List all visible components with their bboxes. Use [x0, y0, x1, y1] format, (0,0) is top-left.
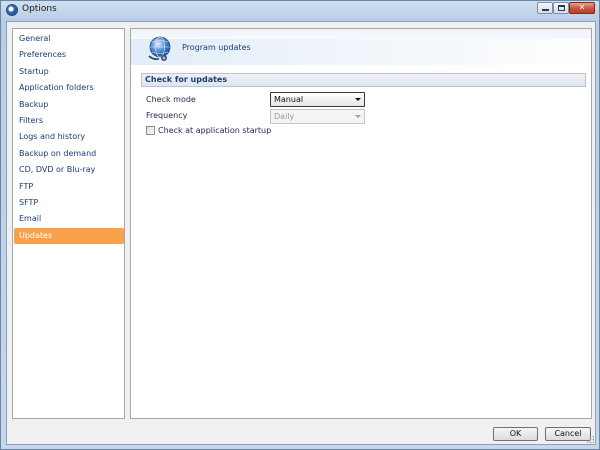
panel-header: Program updates — [131, 29, 591, 65]
chevron-down-icon — [355, 98, 361, 101]
sidebar-item-filters[interactable]: Filters — [14, 113, 124, 129]
sidebar-item-updates[interactable]: Updates — [14, 228, 124, 244]
frequency-label: Frequency — [146, 111, 188, 120]
minimize-button[interactable] — [537, 2, 553, 14]
sidebar-item-preferences[interactable]: Preferences — [14, 47, 124, 63]
title-bar[interactable]: Options ✕ — [1, 1, 599, 19]
settings-panel: Program updates Check for updates Check … — [130, 28, 592, 419]
startup-check-checkbox[interactable] — [146, 126, 155, 135]
maximize-button[interactable] — [553, 2, 569, 14]
close-button[interactable]: ✕ — [569, 2, 595, 14]
check-mode-dropdown[interactable]: Manual — [270, 92, 365, 107]
startup-check-label[interactable]: Check at application startup — [158, 126, 271, 135]
check-mode-label: Check mode — [146, 95, 196, 104]
options-sidebar: General Preferences Startup Application … — [12, 28, 125, 419]
sidebar-item-sftp[interactable]: SFTP — [14, 195, 124, 211]
dialog-client-area: General Preferences Startup Application … — [6, 21, 596, 445]
ok-button[interactable]: OK — [493, 427, 538, 441]
sidebar-item-general[interactable]: General — [14, 31, 124, 47]
chevron-down-icon — [355, 115, 361, 118]
sidebar-item-cd-dvd-bluray[interactable]: CD, DVD or Blu-ray — [14, 162, 124, 178]
globe-update-icon — [148, 36, 171, 61]
section-header-check-for-updates: Check for updates — [141, 73, 586, 87]
app-icon — [6, 4, 18, 16]
frequency-dropdown[interactable]: Daily — [270, 109, 365, 124]
sidebar-item-startup[interactable]: Startup — [14, 64, 124, 80]
options-window: Options ✕ General Preferences Startup Ap… — [0, 0, 600, 450]
frequency-value: Daily — [274, 112, 295, 121]
maximize-icon — [558, 5, 565, 11]
check-mode-value: Manual — [274, 95, 304, 104]
sidebar-item-logs-and-history[interactable]: Logs and history — [14, 129, 124, 145]
panel-title: Program updates — [182, 43, 251, 52]
window-title: Options — [22, 4, 57, 14]
minimize-icon — [542, 9, 549, 11]
sidebar-item-email[interactable]: Email — [14, 211, 124, 227]
sidebar-item-ftp[interactable]: FTP — [14, 179, 124, 195]
sidebar-item-application-folders[interactable]: Application folders — [14, 80, 124, 96]
sidebar-item-backup[interactable]: Backup — [14, 97, 124, 113]
close-icon: ✕ — [578, 3, 586, 12]
sidebar-item-backup-on-demand[interactable]: Backup on demand — [14, 146, 124, 162]
cancel-button[interactable]: Cancel — [545, 427, 591, 441]
